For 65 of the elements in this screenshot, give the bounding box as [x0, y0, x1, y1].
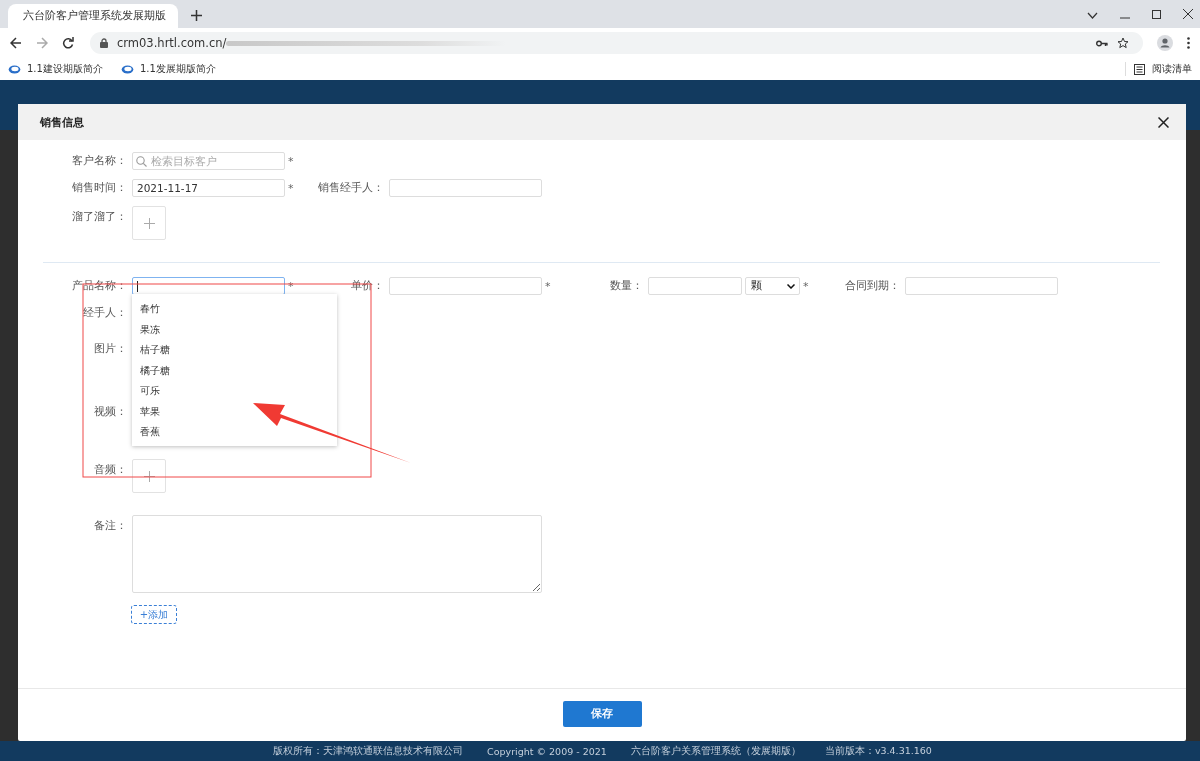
bookmark[interactable]: 1.1发展期版简介	[120, 62, 216, 76]
field-label: 合同到期：	[844, 279, 900, 293]
suggestion-item[interactable]: 橘子糖	[132, 360, 337, 381]
field-label: 销售时间：	[71, 181, 127, 195]
field-label: 销售经手人：	[317, 181, 384, 195]
search-icon	[136, 156, 147, 167]
reload-icon[interactable]	[62, 37, 74, 49]
key-icon[interactable]	[1096, 39, 1108, 47]
customer-search-field[interactable]: 检索目标客户	[132, 152, 285, 170]
maximize-icon[interactable]	[1152, 10, 1161, 19]
close-icon[interactable]	[1158, 116, 1169, 128]
date-field[interactable]: 2021-11-17	[132, 179, 285, 197]
tab-title: 六台阶客户管理系统发展期版	[23, 9, 166, 23]
profile-avatar-icon[interactable]	[1157, 35, 1173, 51]
required-mark: *	[544, 279, 552, 293]
input-field[interactable]	[905, 277, 1058, 295]
required-mark: *	[287, 181, 295, 195]
browser-tab[interactable]: 六台阶客户管理系统发展期版	[8, 4, 178, 28]
list-icon	[1134, 63, 1145, 75]
close-icon[interactable]	[1183, 9, 1193, 19]
footer-text: 六台阶客户关系管理系统（发展期版）	[630, 744, 801, 758]
unit-select[interactable]: 颗	[745, 277, 800, 295]
field-label: 经手人：	[82, 306, 127, 320]
dialog-title: 销售信息	[40, 114, 84, 130]
new-tab-icon[interactable]	[191, 10, 202, 21]
save-button[interactable]: 保存	[562, 701, 642, 727]
plus-icon	[143, 217, 155, 229]
field-label: 视频：	[93, 405, 127, 419]
field-label: 备注：	[93, 519, 127, 533]
chevron-down-icon	[787, 283, 795, 289]
field-label: 音频：	[93, 463, 127, 477]
footer-text: 版权所有：天津鸿软通联信息技术有限公司	[273, 744, 464, 758]
field-label: 产品名称：	[71, 279, 127, 293]
suggestion-item[interactable]: 果冻	[132, 319, 337, 340]
suggestion-item[interactable]: 可乐	[132, 381, 337, 402]
footer-text: 当前版本：v3.4.31.160	[824, 744, 932, 758]
required-mark: *	[287, 279, 295, 293]
field-label: 客户名称：	[71, 154, 127, 168]
required-mark: *	[287, 154, 295, 168]
back-icon[interactable]	[10, 37, 22, 49]
input-field[interactable]	[389, 179, 542, 197]
star-icon[interactable]	[1117, 37, 1129, 49]
footer-text: Copyright © 2009 - 2021	[487, 745, 607, 757]
bookmark[interactable]: 1.1建设期版简介	[8, 62, 103, 76]
reading-list-button[interactable]: 阅读清单	[1125, 62, 1192, 76]
suggestion-item[interactable]: 春竹	[132, 299, 337, 320]
suggestion-item[interactable]: 香蕉	[132, 422, 337, 443]
required-mark: *	[802, 279, 810, 293]
address-bar[interactable]: crm03.hrtl.com.cn/	[90, 32, 1143, 54]
field-label: 数量：	[609, 279, 643, 293]
field-label: 单价：	[350, 279, 384, 293]
field-label: 图片：	[93, 342, 127, 356]
field-label: 溜了溜了：	[71, 210, 127, 224]
lock-icon	[100, 38, 108, 48]
menu-icon[interactable]	[1187, 37, 1190, 49]
add-button[interactable]: +添加	[131, 605, 177, 624]
suggestion-item[interactable]: 苹果	[132, 401, 337, 422]
notes-field[interactable]	[132, 515, 542, 593]
cloud-logo-icon	[8, 64, 21, 74]
suggestion-item[interactable]: 桔子糖	[132, 340, 337, 361]
input-field[interactable]	[648, 277, 742, 295]
cloud-logo-icon	[120, 64, 134, 74]
input-field[interactable]	[389, 277, 542, 295]
chevron-down-icon[interactable]	[1087, 12, 1098, 19]
url-text: crm03.hrtl.com.cn/	[117, 36, 227, 50]
